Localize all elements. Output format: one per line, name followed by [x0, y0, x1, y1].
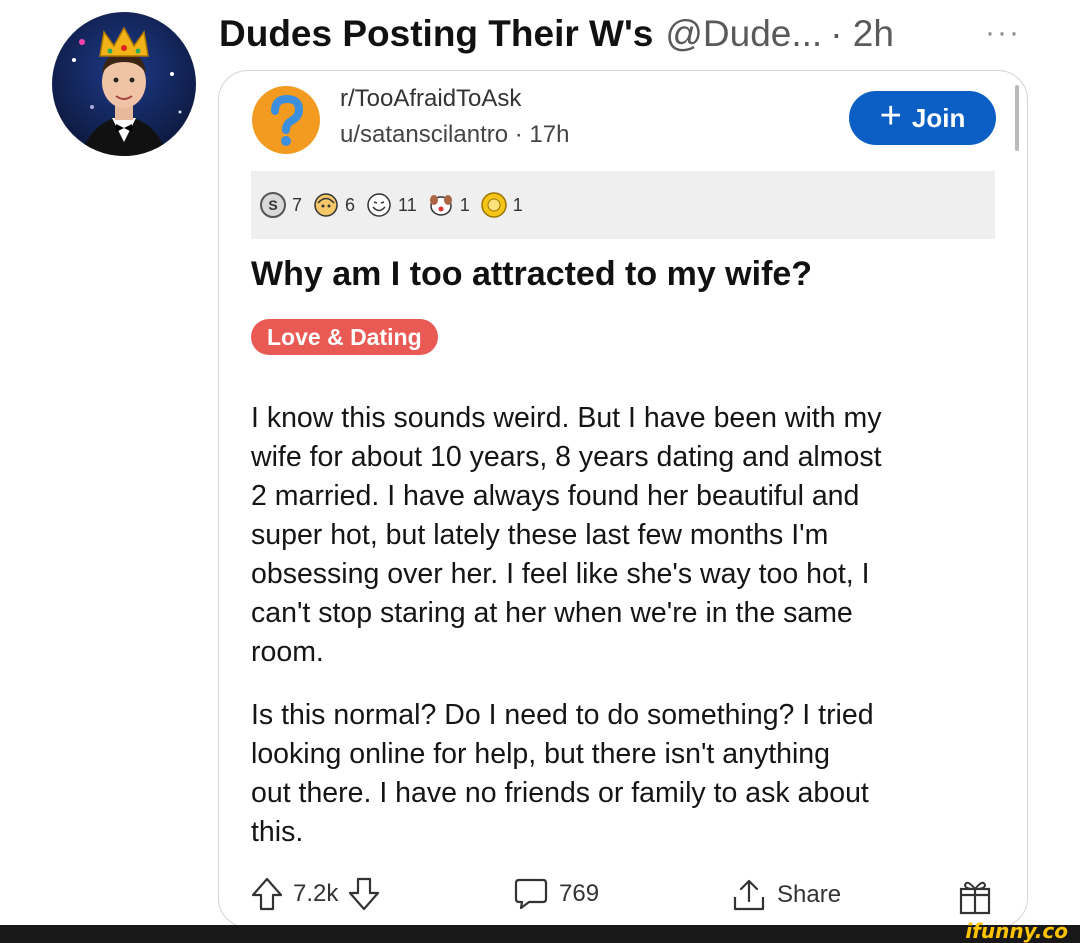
body-line: can't stop staring at her when we're in …: [251, 597, 853, 629]
body-line: wife for about 10 years, 8 years dating …: [251, 441, 882, 473]
gift-icon: [959, 881, 991, 915]
share-icon: [733, 879, 765, 911]
tweet-header: Dudes Posting Their W's @Dude... · 2h: [219, 10, 894, 58]
vote-controls: 7.2k: [251, 877, 380, 911]
gold-award-icon: [480, 192, 507, 218]
award-count: 7: [292, 194, 303, 215]
post-body: I know this sounds weird. But I have bee…: [251, 399, 1011, 852]
body-line: Is this normal? Do I need to do somethin…: [251, 699, 874, 731]
post-action-bar: 7.2k 769 Share: [251, 871, 1001, 919]
upvote-arrow-icon[interactable]: [251, 877, 283, 911]
body-line: 2 married. I have always found her beaut…: [251, 480, 860, 512]
comments-button[interactable]: 769: [513, 877, 599, 911]
post-flair[interactable]: Love & Dating: [251, 319, 438, 355]
subreddit-name[interactable]: r/TooAfraidToAsk: [340, 85, 521, 113]
body-line: super hot, but lately these last few mon…: [251, 519, 829, 551]
vote-count: 7.2k: [293, 880, 339, 907]
body-line: room.: [251, 636, 324, 668]
post-title[interactable]: Why am I too attracted to my wife?: [251, 255, 812, 294]
plus-icon: +: [879, 95, 902, 137]
scrollbar: [1015, 85, 1019, 151]
profile-avatar[interactable]: [52, 12, 196, 156]
award-laugh[interactable]: 11: [365, 191, 417, 219]
comment-count: 769: [559, 880, 600, 907]
dog-award-icon: [429, 195, 452, 216]
more-options-icon[interactable]: ···: [985, 18, 1021, 48]
ifunny-watermark: ifunny.co: [965, 919, 1068, 943]
crowned-man-avatar-icon: [52, 12, 196, 156]
share-label: Share: [777, 881, 842, 908]
body-line: I know this sounds weird. But I have bee…: [251, 402, 882, 434]
award-dog[interactable]: 1: [427, 191, 470, 219]
watermark-bar: ifunny.co: [0, 919, 1080, 943]
wholesome-award-icon: [314, 193, 338, 217]
body-line: obsessing over her. I feel like she's wa…: [251, 558, 870, 590]
join-button[interactable]: + Join: [849, 91, 996, 145]
award-gift-button[interactable]: [957, 877, 993, 915]
body-line: looking online for help, but there isn't…: [251, 738, 830, 770]
share-button[interactable]: Share: [731, 877, 841, 913]
award-count: 1: [459, 194, 470, 215]
award-wholesome[interactable]: 6: [312, 191, 355, 219]
svg-text:S: S: [268, 197, 277, 213]
comment-bubble-icon: [514, 878, 548, 910]
body-line: out there. I have no friends or family t…: [251, 777, 869, 809]
laugh-award-icon: [367, 193, 391, 217]
join-label: Join: [911, 102, 966, 133]
award-count: 1: [512, 194, 523, 215]
award-count: 11: [398, 194, 417, 215]
award-silver[interactable]: S 7: [259, 191, 302, 219]
award-count: 6: [345, 194, 356, 215]
post-author-time[interactable]: u/satanscilantro · 17h: [340, 121, 569, 149]
tweet-timestamp: · 2h: [830, 13, 894, 54]
subreddit-question-icon: [251, 85, 321, 155]
embedded-reddit-post[interactable]: r/TooAfraidToAsk u/satanscilantro · 17h …: [218, 70, 1028, 928]
silver-award-icon: S: [260, 192, 286, 218]
awards-bar: S 7 6 11 1 1: [251, 171, 995, 239]
user-handle[interactable]: @Dude...: [665, 10, 822, 58]
display-name[interactable]: Dudes Posting Their W's: [219, 10, 653, 58]
downvote-arrow-icon[interactable]: [348, 877, 380, 911]
body-line: this.: [251, 816, 304, 848]
award-gold[interactable]: 1: [480, 191, 523, 219]
